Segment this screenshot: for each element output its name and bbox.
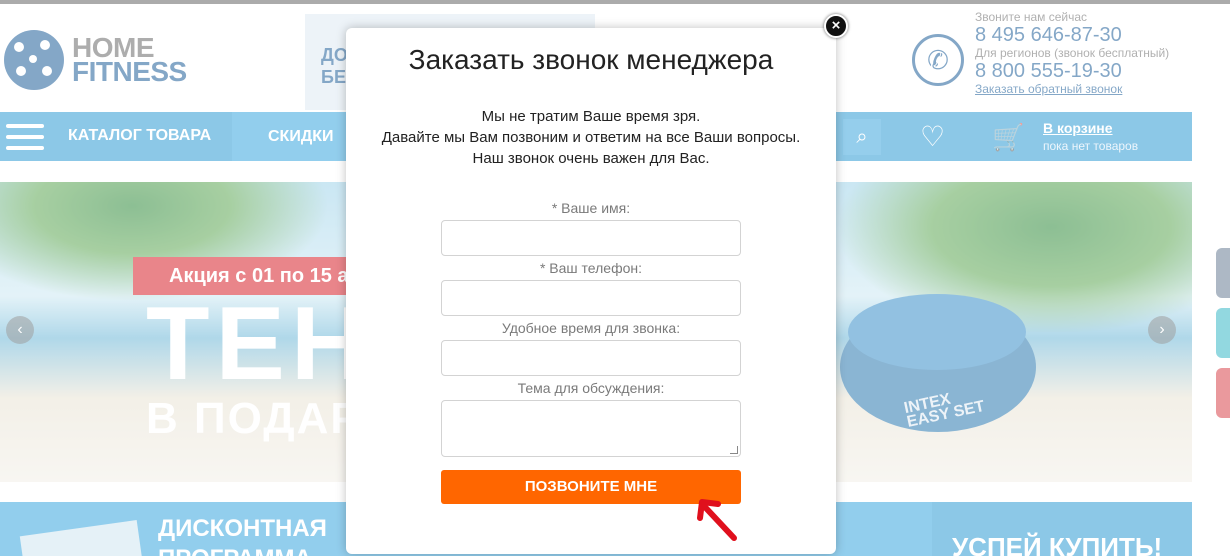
time-label: Удобное время для звонка: xyxy=(501,320,681,336)
topic-textarea[interactable] xyxy=(441,400,741,457)
intro-line: Давайте мы Вам позвоним и ответим на все… xyxy=(381,129,801,146)
callback-modal: Заказать звонок менеджера Мы не тратим В… xyxy=(346,28,836,554)
page: HOME FITNESS ДО БЕ ✆ Звоните нам сейчас … xyxy=(0,0,1230,556)
topic-label: Тема для обсуждения: xyxy=(517,380,665,396)
phone-field[interactable] xyxy=(441,280,741,316)
resize-handle-icon[interactable] xyxy=(730,446,738,454)
modal-intro: Мы не тратим Ваше время зря. Давайте мы … xyxy=(346,106,836,169)
intro-line: Наш звонок очень важен для Вас. xyxy=(472,150,710,167)
phone-label: * Ваш телефон: xyxy=(539,260,643,276)
name-label: * Ваше имя: xyxy=(551,200,631,216)
red-arrow-icon xyxy=(697,499,737,541)
modal-title: Заказать звонок менеджера xyxy=(408,44,774,75)
close-icon[interactable]: × xyxy=(824,14,848,38)
intro-line: Мы не тратим Ваше время зря. xyxy=(481,108,701,125)
time-field[interactable] xyxy=(441,340,741,376)
name-field[interactable] xyxy=(441,220,741,256)
